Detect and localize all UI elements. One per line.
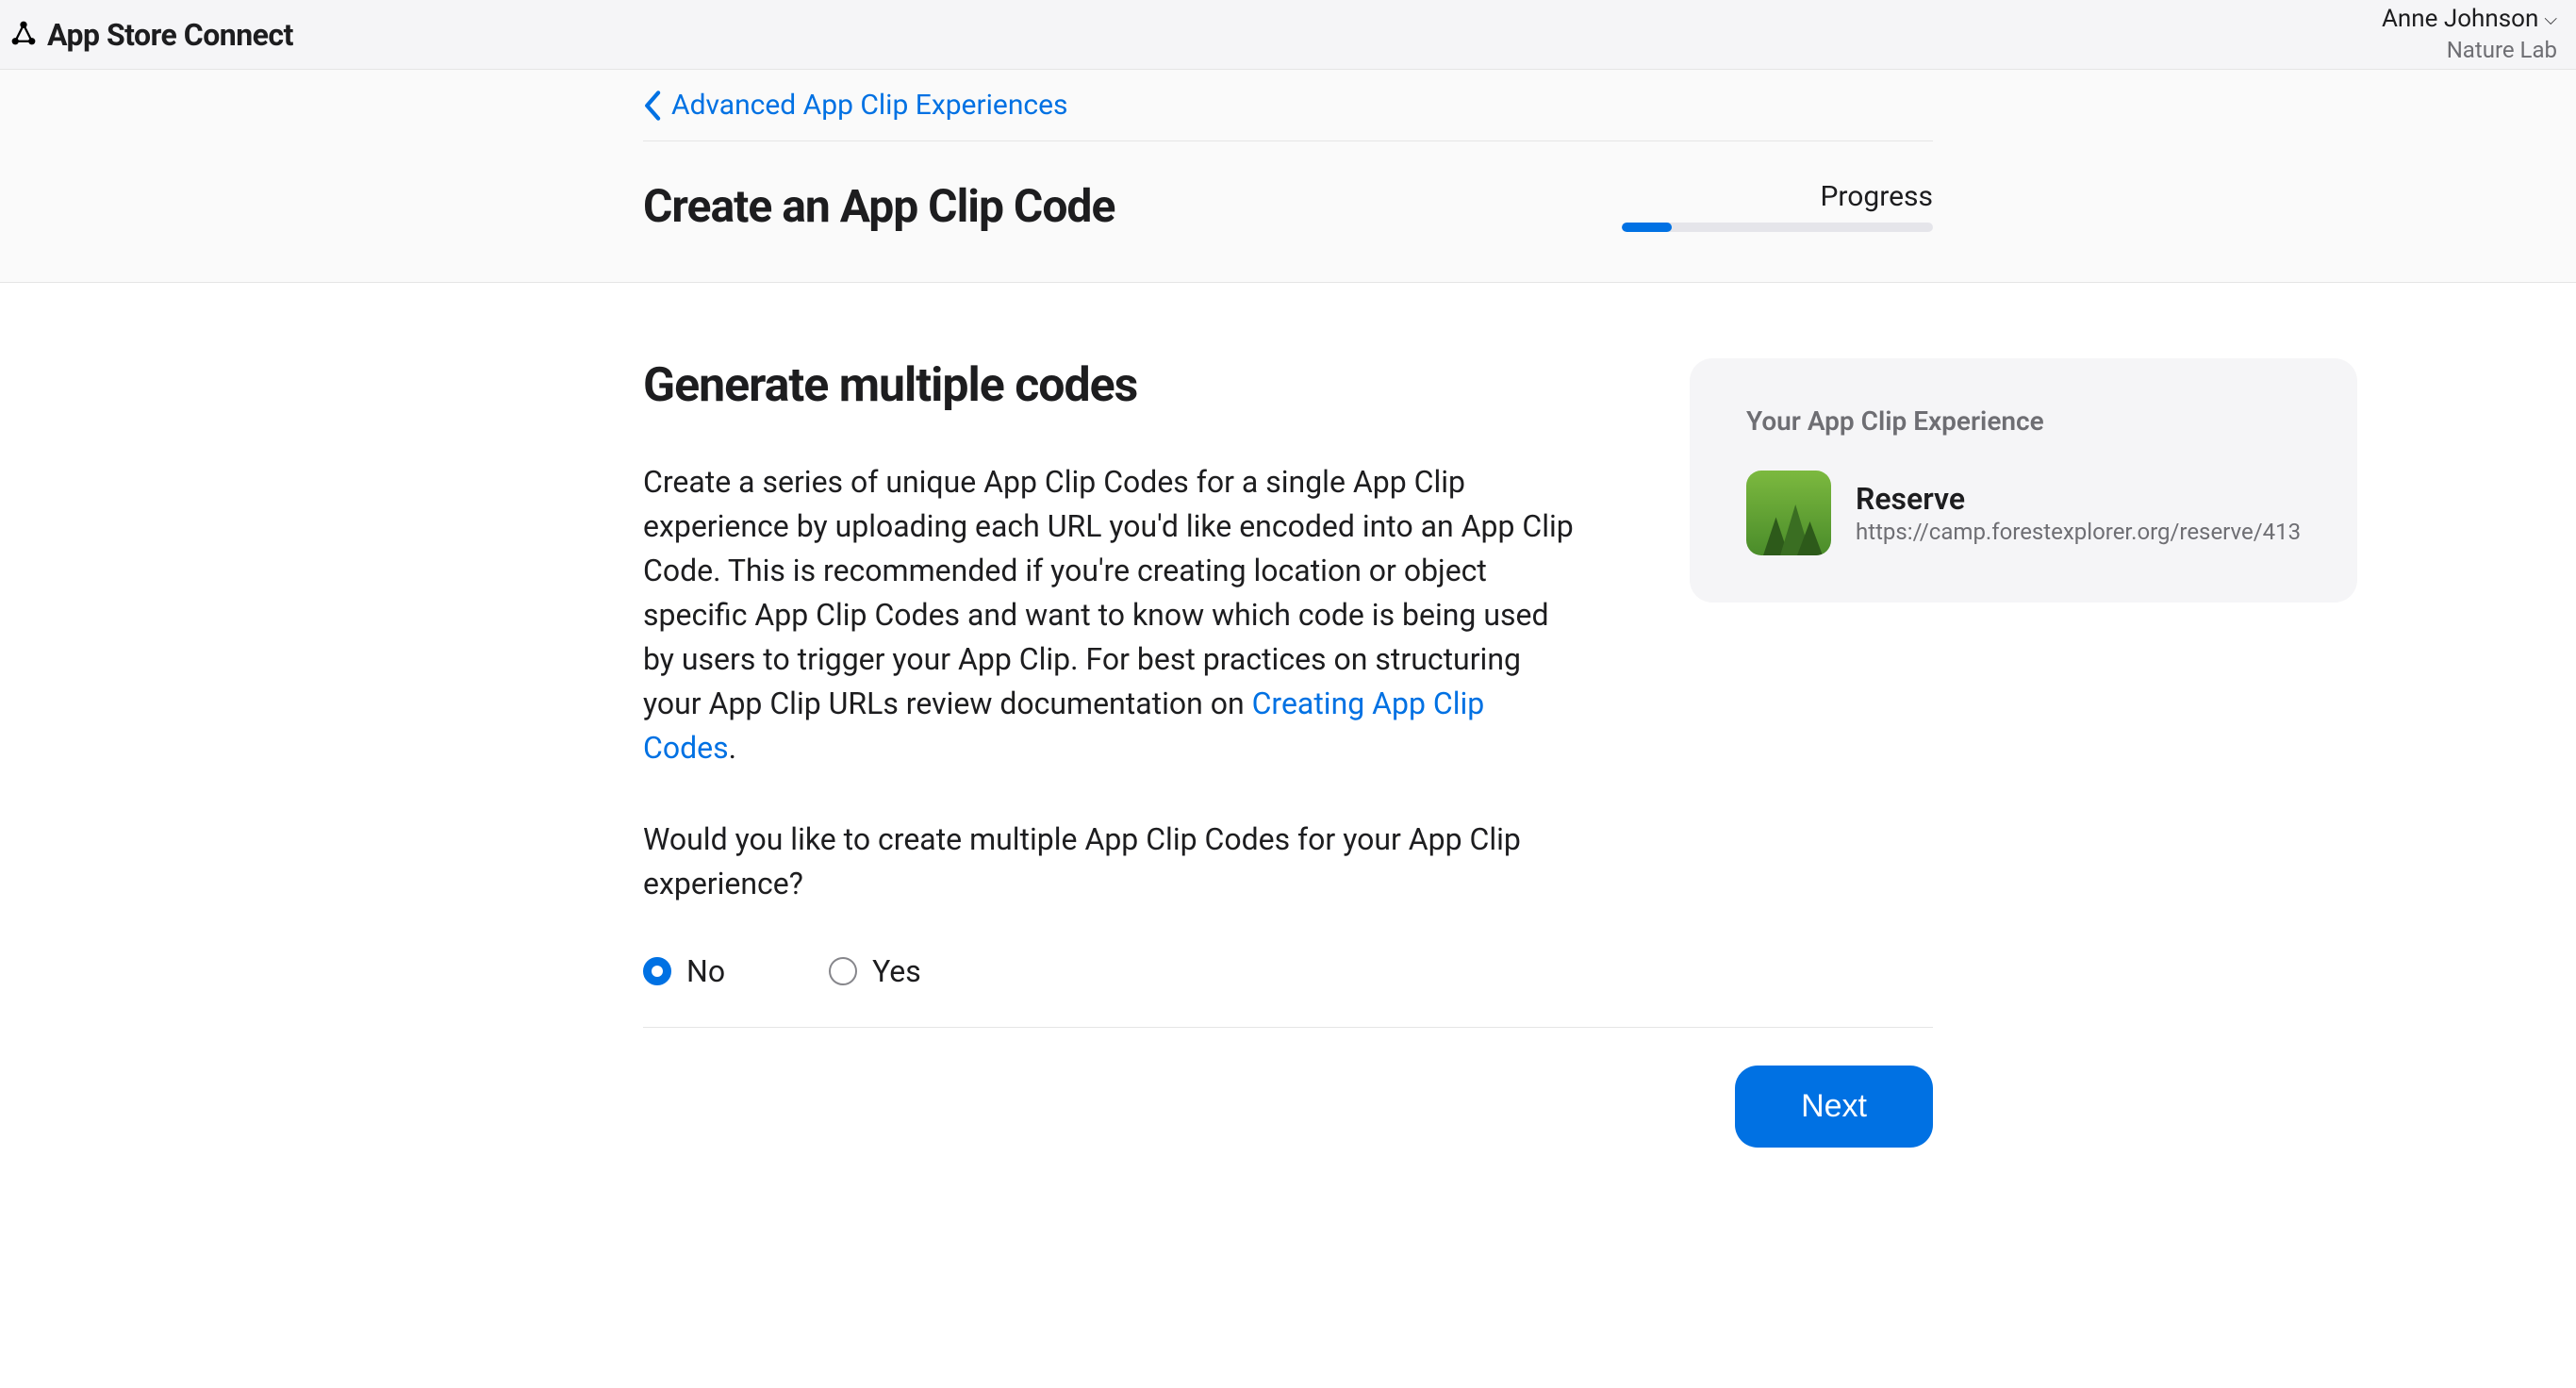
progress-label: Progress <box>1622 180 1933 213</box>
app-store-connect-icon <box>9 19 38 51</box>
user-name-row: Anne Johnson ⌵ <box>2382 4 2557 36</box>
experience-text: Reserve https://camp.forestexplorer.org/… <box>1856 481 2301 545</box>
user-name: Anne Johnson <box>2382 4 2538 36</box>
radio-option-no[interactable]: No <box>643 953 725 989</box>
radio-no-label: No <box>686 953 725 989</box>
section-body: Create a series of unique App Clip Codes… <box>643 460 1577 770</box>
brand-area: App Store Connect <box>9 17 293 53</box>
progress-area: Progress <box>1622 180 1933 232</box>
left-column: Generate multiple codes Create a series … <box>643 358 1577 989</box>
radio-option-yes[interactable]: Yes <box>829 953 921 989</box>
top-bar: App Store Connect Anne Johnson ⌵ Nature … <box>0 0 2576 70</box>
user-menu[interactable]: Anne Johnson ⌵ Nature Lab <box>2382 4 2557 65</box>
next-button[interactable]: Next <box>1735 1066 1933 1148</box>
sub-header: Advanced App Clip Experiences Create an … <box>0 70 2576 283</box>
app-clip-icon <box>1746 471 1831 555</box>
footer-row: Next <box>643 1027 1933 1185</box>
experience-card: Your App Clip Experience Reserve https:/… <box>1690 358 2357 603</box>
progress-fill <box>1622 223 1672 232</box>
title-row: Create an App Clip Code Progress <box>643 141 1933 282</box>
chevron-left-icon <box>643 90 664 122</box>
section-heading: Generate multiple codes <box>643 358 1577 413</box>
app-title: App Store Connect <box>47 17 293 53</box>
experience-name: Reserve <box>1856 481 2301 517</box>
right-column: Your App Clip Experience Reserve https:/… <box>1690 358 2357 989</box>
radio-group: No Yes <box>643 953 1577 989</box>
radio-no-input[interactable] <box>643 957 671 985</box>
breadcrumb-row: Advanced App Clip Experiences <box>643 70 1933 141</box>
back-link[interactable]: Advanced App Clip Experiences <box>643 89 1067 122</box>
body-pre: Create a series of unique App Clip Codes… <box>643 464 1574 721</box>
page-title: Create an App Clip Code <box>643 179 1115 233</box>
experience-row: Reserve https://camp.forestexplorer.org/… <box>1746 471 2301 555</box>
main-content: Generate multiple codes Create a series … <box>322 283 2254 1185</box>
chevron-down-icon: ⌵ <box>2544 8 2557 30</box>
experience-url: https://camp.forestexplorer.org/reserve/… <box>1856 519 2301 545</box>
org-name: Nature Lab <box>2382 36 2557 65</box>
back-link-label: Advanced App Clip Experiences <box>671 89 1067 122</box>
question-text: Would you like to create multiple App Cl… <box>643 818 1577 906</box>
radio-yes-label: Yes <box>872 953 921 989</box>
body-post: . <box>729 730 736 766</box>
experience-card-label: Your App Clip Experience <box>1746 405 2301 437</box>
progress-bar <box>1622 223 1933 232</box>
radio-yes-input[interactable] <box>829 957 857 985</box>
